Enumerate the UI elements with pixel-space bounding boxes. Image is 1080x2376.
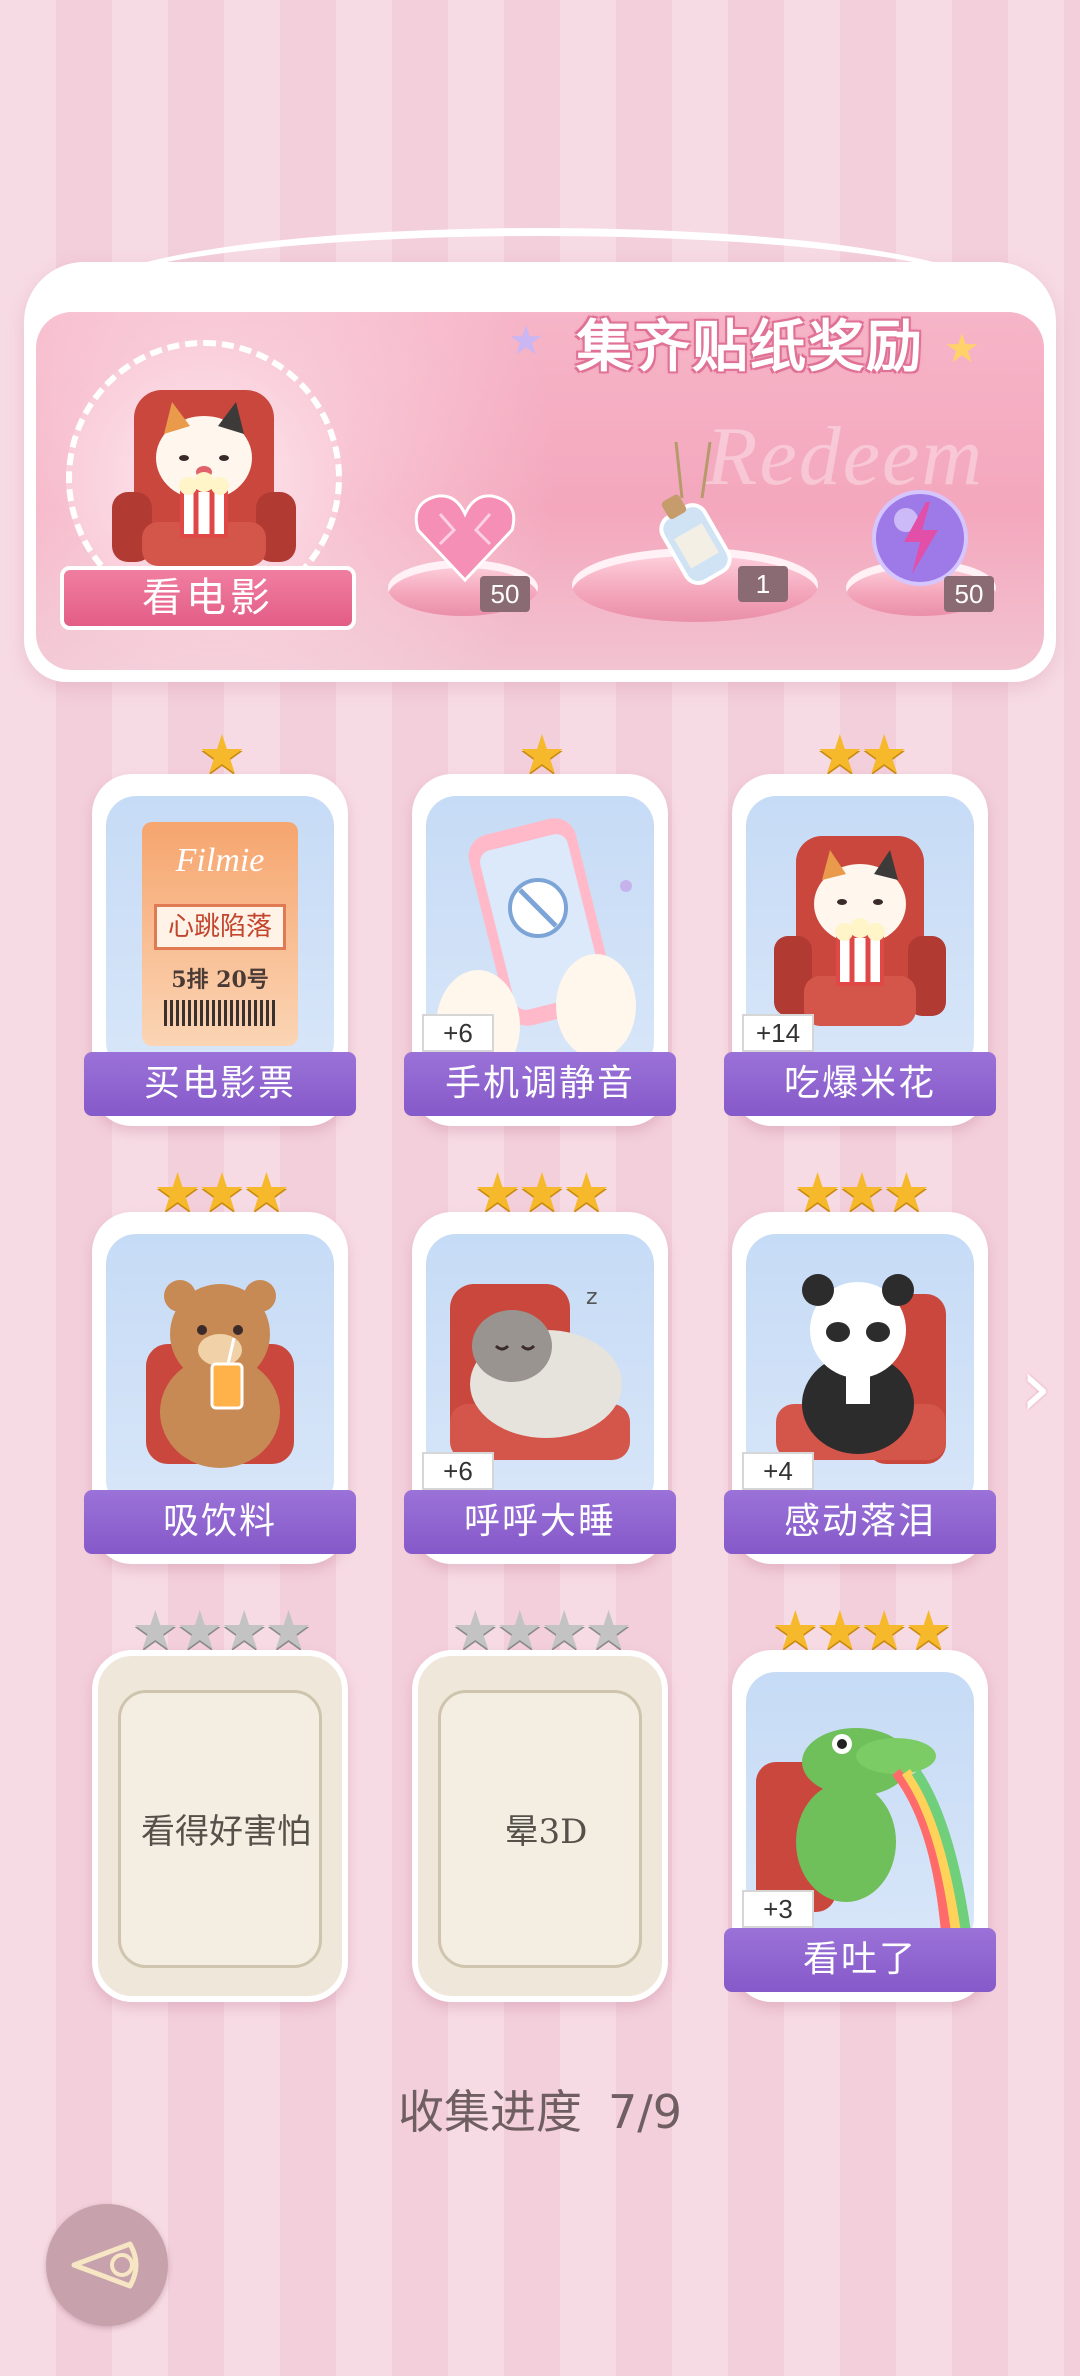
- theme-label: 看电影: [60, 566, 356, 630]
- ticket-brand: Filmie: [175, 842, 265, 879]
- next-page-arrow-icon[interactable]: ›: [1020, 1348, 1064, 1428]
- sticker-card-silence-phone[interactable]: ★ +6 手机调静音: [404, 728, 676, 1126]
- sticker-card-scared-locked[interactable]: ★★★★ 看得好害怕: [92, 1604, 348, 2002]
- sticker-card-nap[interactable]: ★★★ z +6 呼呼大睡: [404, 1166, 676, 1564]
- pink-heart-gem-icon[interactable]: [410, 488, 520, 588]
- sticker-bonus-badge: +4: [742, 1452, 814, 1490]
- svg-text:z: z: [586, 1285, 598, 1310]
- bear-drink-icon: [146, 1280, 294, 1468]
- sticker-bonus-badge: +3: [742, 1890, 814, 1928]
- sticker-card-3d-dizzy-locked[interactable]: ★★★★ 晕3D: [412, 1604, 668, 2002]
- title-star-right-icon: ★: [944, 326, 980, 372]
- card-face: 看得好害怕: [92, 1650, 348, 2002]
- card-face: +3 看吐了: [724, 1650, 996, 2002]
- bear-drink-art: [106, 1234, 334, 1510]
- sticker-card-threw-up[interactable]: ★★★★ +3 看吐了: [724, 1604, 996, 2002]
- reward-banner-title: 集齐贴纸奖励: [576, 314, 924, 380]
- sticker-name: 吸饮料: [84, 1490, 356, 1554]
- card-face: +14 吃爆米花: [724, 774, 996, 1126]
- sticker-name: 吃爆米花: [724, 1052, 996, 1116]
- purple-lightning-orb-icon[interactable]: [868, 486, 972, 590]
- ticket-seat: 5排 20号: [171, 967, 269, 993]
- card-face: Filmie 心跳陷落 5排 20号 买电影票: [84, 774, 356, 1126]
- card-face: +6 手机调静音: [404, 774, 676, 1126]
- sticker-name: 呼呼大睡: [404, 1490, 676, 1554]
- sticker-card-sip-drink[interactable]: ★★★ 吸饮料: [84, 1166, 356, 1564]
- collection-progress: 收集进度 7/9: [0, 2076, 1080, 2142]
- sticker-name: 手机调静音: [404, 1052, 676, 1116]
- sticker-name: 看得好害怕: [141, 1812, 311, 1852]
- sticker-name: 买电影票: [84, 1052, 356, 1116]
- ticket-movie-title: 心跳陷落: [154, 904, 286, 950]
- reward-count: 1: [738, 566, 788, 602]
- progress-label: 收集进度: [397, 2085, 582, 2139]
- sticker-name: 晕3D: [504, 1812, 588, 1852]
- card-face: +4 感动落泪: [724, 1212, 996, 1564]
- sticker-card-moved-to-tears[interactable]: ★★★ +4 感动落泪: [724, 1166, 996, 1564]
- progress-value: 7/9: [607, 2085, 683, 2139]
- barcode-icon: [164, 1000, 276, 1026]
- sticker-name: 感动落泪: [724, 1490, 996, 1554]
- sticker-bonus-badge: +6: [422, 1452, 494, 1490]
- sticker-card-buy-ticket[interactable]: ★ Filmie 心跳陷落 5排 20号 买电影票: [84, 728, 356, 1126]
- card-face: 吸饮料: [84, 1212, 356, 1564]
- message-in-bottle-icon[interactable]: [632, 438, 752, 588]
- reward-count: 50: [944, 576, 994, 612]
- card-face: 晕3D: [412, 1650, 668, 2002]
- sticker-bonus-badge: +6: [422, 1014, 494, 1052]
- sticker-card-eat-popcorn[interactable]: ★★ +14 吃爆米花: [724, 728, 996, 1126]
- sticker-bonus-badge: +14: [742, 1014, 814, 1052]
- reward-count: 50: [480, 576, 530, 612]
- movie-ticket-art: Filmie 心跳陷落 5排 20号: [106, 796, 334, 1072]
- card-face: z +6 呼呼大睡: [404, 1212, 676, 1564]
- sticker-name: 看吐了: [724, 1928, 996, 1992]
- title-star-left-icon: ★: [508, 318, 544, 364]
- back-arrow-icon: [71, 2241, 139, 2289]
- back-button[interactable]: [46, 2204, 168, 2326]
